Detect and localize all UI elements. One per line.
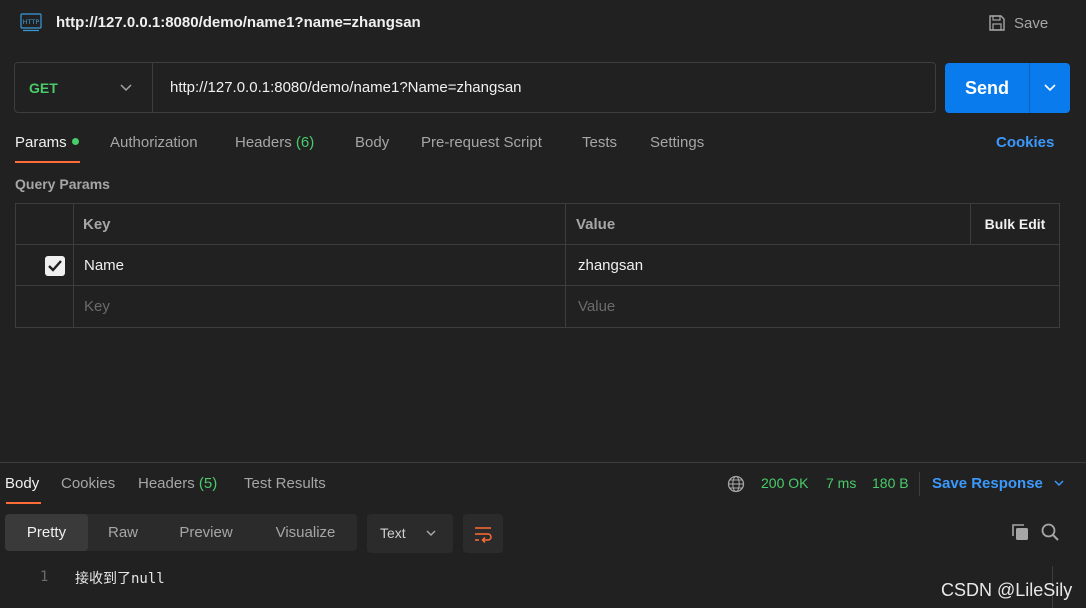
headers-count: (6) [295, 134, 315, 151]
chevron-down-icon [426, 530, 436, 537]
code-line: 接收到了null [75, 571, 165, 587]
tab-headers[interactable]: Headers (6) [235, 134, 314, 151]
save-response-button[interactable]: Save Response [932, 475, 1065, 492]
param-checkbox[interactable] [45, 256, 65, 276]
url-input[interactable]: http://127.0.0.1:8080/demo/name1?Name=zh… [170, 79, 522, 96]
language-label: Text [380, 525, 406, 541]
wrap-lines-icon [475, 526, 492, 543]
response-tab-headers[interactable]: Headers (5) [138, 475, 217, 492]
tab-label: Tests [582, 134, 618, 151]
tab-tests[interactable]: Tests [582, 134, 617, 151]
search-icon[interactable] [1040, 522, 1060, 542]
value-column-header: Value [576, 216, 616, 233]
response-headers-count: (5) [198, 475, 218, 492]
param-key[interactable]: Name [84, 245, 124, 286]
watermark: CSDN @LileSily [941, 580, 1073, 600]
active-tab-indicator [15, 161, 80, 163]
chevron-down-icon [120, 84, 132, 92]
format-segmented-control: Pretty Raw Preview Visualize [5, 514, 357, 551]
send-button[interactable]: Send [945, 63, 1070, 113]
tab-params[interactable]: Params [15, 134, 79, 151]
save-icon [989, 15, 1005, 31]
checkmark-icon [48, 260, 62, 272]
format-raw[interactable]: Raw [88, 514, 158, 551]
send-options-button[interactable] [1030, 63, 1070, 113]
tab-label: Headers [138, 475, 195, 492]
response-size[interactable]: 180 B [872, 475, 909, 491]
line-number: 1 [40, 569, 49, 585]
format-pretty[interactable]: Pretty [5, 514, 88, 551]
status-code[interactable]: 200 OK [761, 475, 808, 491]
request-header: HTTP http://127.0.0.1:8080/demo/name1?na… [0, 0, 1086, 46]
url-bar: GET http://127.0.0.1:8080/demo/name1?Nam… [14, 62, 936, 113]
response-tab-cookies[interactable]: Cookies [61, 475, 115, 492]
value-placeholder-input[interactable]: Value [578, 286, 615, 327]
wrap-lines-button[interactable] [463, 514, 503, 553]
response-tab-body[interactable]: Body [5, 475, 39, 492]
tab-settings[interactable]: Settings [650, 134, 704, 151]
table-row: Name zhangsan [16, 245, 1059, 286]
method-label: GET [29, 80, 58, 96]
tab-label: Settings [650, 134, 705, 151]
tab-label: Body [355, 134, 390, 151]
tab-label: Headers [235, 134, 292, 151]
params-table: Key Value Bulk Edit Name zhangsan Key Va… [15, 203, 1060, 328]
pane-divider[interactable] [0, 462, 1086, 463]
save-button[interactable]: Save [988, 12, 1048, 34]
tab-pre-request-script[interactable]: Pre-request Script [421, 134, 542, 151]
tab-label: Params [15, 134, 67, 151]
tab-label: Pre-request Script [421, 134, 542, 151]
tab-label: Authorization [110, 134, 198, 151]
copy-icon[interactable] [1010, 522, 1030, 542]
format-visualize[interactable]: Visualize [254, 514, 357, 551]
method-select[interactable]: GET [15, 63, 153, 112]
params-active-dot [71, 137, 79, 145]
format-preview[interactable]: Preview [158, 514, 254, 551]
separator [919, 472, 920, 496]
active-response-tab-indicator [6, 502, 41, 504]
table-row-empty: Key Value [16, 286, 1059, 327]
globe-icon[interactable] [727, 475, 745, 493]
save-response-label: Save Response [932, 475, 1043, 492]
param-value[interactable]: zhangsan [578, 245, 643, 286]
response-body-editor[interactable]: 1 接收到了null [0, 566, 1086, 588]
http-icon: HTTP [20, 13, 42, 32]
key-column-header: Key [83, 216, 111, 233]
query-params-title: Query Params [15, 176, 110, 192]
response-time[interactable]: 7 ms [826, 475, 856, 491]
language-select[interactable]: Text [367, 514, 453, 553]
save-label: Save [1014, 14, 1049, 32]
svg-text:HTTP: HTTP [23, 18, 40, 26]
table-header-row: Key Value Bulk Edit [16, 204, 1059, 245]
response-tabs: Body Cookies Headers (5) Test Results 20… [0, 466, 1086, 504]
bulk-edit-button[interactable]: Bulk Edit [970, 204, 1059, 245]
send-label: Send [964, 78, 1009, 98]
chevron-down-icon [1054, 480, 1064, 487]
request-tabs: Params Authorization Headers (6) Body Pr… [0, 128, 1086, 164]
cookies-link[interactable]: Cookies [996, 134, 1054, 151]
tab-body[interactable]: Body [355, 134, 389, 151]
response-tab-test-results[interactable]: Test Results [244, 475, 326, 492]
request-title[interactable]: http://127.0.0.1:8080/demo/name1?name=zh… [56, 14, 421, 31]
tab-authorization[interactable]: Authorization [110, 134, 198, 151]
chevron-down-icon [1044, 84, 1056, 92]
key-placeholder-input[interactable]: Key [84, 286, 110, 327]
